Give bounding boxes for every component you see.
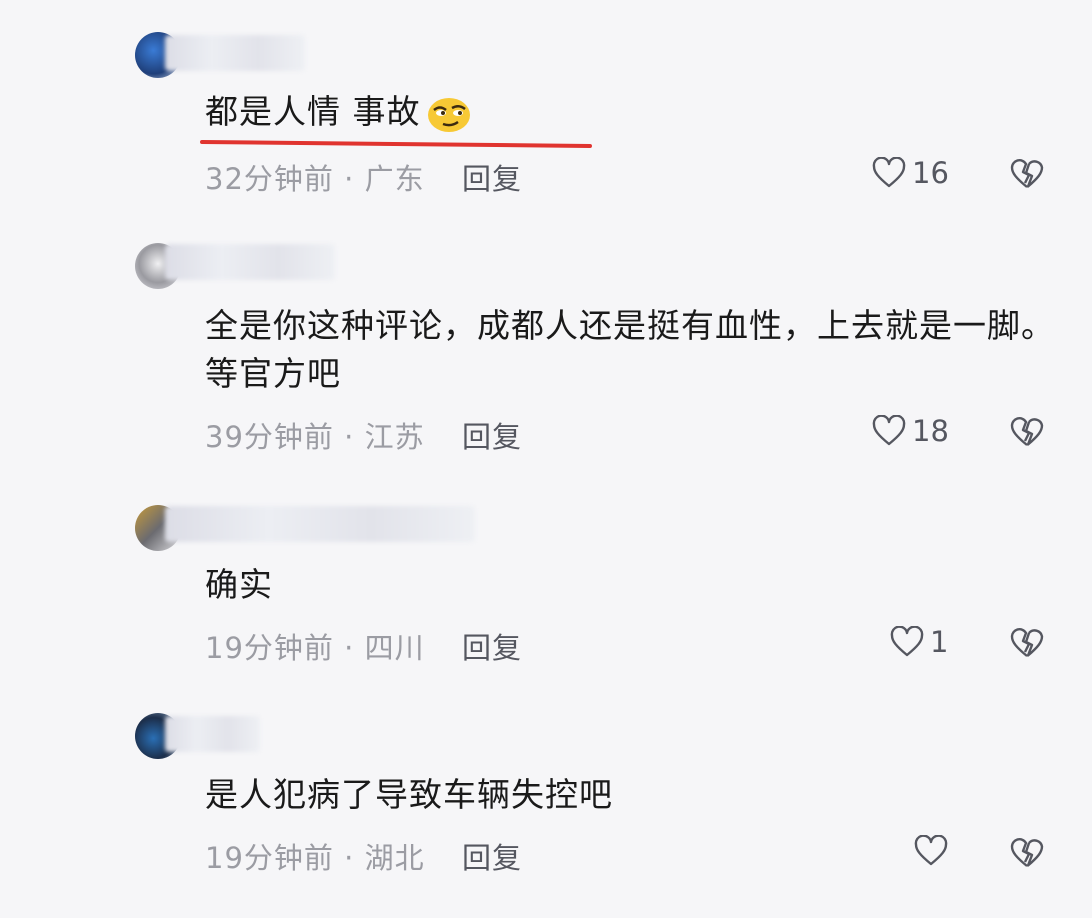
username-blurred[interactable] — [165, 35, 305, 71]
username-blurred[interactable] — [165, 244, 335, 280]
meta-separator: · — [333, 420, 365, 454]
heart-outline-icon — [914, 835, 948, 866]
reply-button[interactable]: 回复 — [462, 625, 522, 667]
reply-button[interactable]: 回复 — [462, 156, 522, 198]
reply-button[interactable]: 回复 — [462, 835, 522, 877]
comment-text-content: 都是人情 事故 — [205, 92, 421, 131]
heart-outline-icon — [890, 626, 924, 657]
comment-location: 四川 — [364, 631, 425, 665]
broken-heart-icon[interactable] — [1010, 415, 1044, 449]
like-count: 16 — [912, 156, 949, 190]
comment-time: 32分钟前 — [205, 162, 334, 196]
comment-text: 是人犯病了导致车辆失控吧 — [205, 775, 613, 814]
username-blurred[interactable] — [165, 716, 260, 752]
like-button[interactable]: 1 — [890, 625, 948, 659]
highlight-underline — [199, 139, 593, 149]
comment-time: 19分钟前 — [205, 841, 334, 875]
comment-meta: 39分钟前 · 江苏 — [205, 414, 425, 456]
comment-time: 39分钟前 — [205, 420, 334, 454]
comment-meta: 19分钟前 · 湖北 — [205, 835, 425, 877]
broken-heart-icon[interactable] — [1010, 626, 1044, 660]
like-button[interactable]: 16 — [872, 156, 949, 190]
comment-text: 确实 — [205, 565, 273, 604]
comment-time: 19分钟前 — [205, 631, 334, 665]
username-blurred[interactable] — [165, 506, 475, 542]
meta-separator: · — [333, 841, 365, 875]
heart-outline-icon — [872, 415, 906, 446]
broken-heart-icon[interactable] — [1010, 836, 1044, 870]
reply-button[interactable]: 回复 — [462, 414, 522, 456]
comment-location: 江苏 — [364, 420, 425, 454]
comment-text: 全是你这种评论，成都人还是挺有血性，上去就是一脚。等官方吧 — [205, 306, 1055, 393]
like-count: 18 — [912, 414, 949, 448]
meta-separator: · — [333, 162, 365, 196]
like-button[interactable] — [914, 835, 954, 867]
comment-meta: 19分钟前 · 四川 — [205, 625, 425, 667]
like-count: 1 — [930, 625, 949, 659]
like-button[interactable]: 18 — [872, 414, 949, 448]
comment-meta: 32分钟前 · 广东 — [205, 156, 425, 198]
comment-location: 湖北 — [364, 841, 425, 875]
heart-outline-icon — [872, 157, 906, 188]
smirk-emoji-icon — [427, 97, 470, 132]
comment-location: 广东 — [364, 162, 425, 196]
meta-separator: · — [333, 631, 365, 665]
broken-heart-icon[interactable] — [1010, 157, 1044, 191]
comment-text: 都是人情 事故 — [205, 88, 1075, 136]
